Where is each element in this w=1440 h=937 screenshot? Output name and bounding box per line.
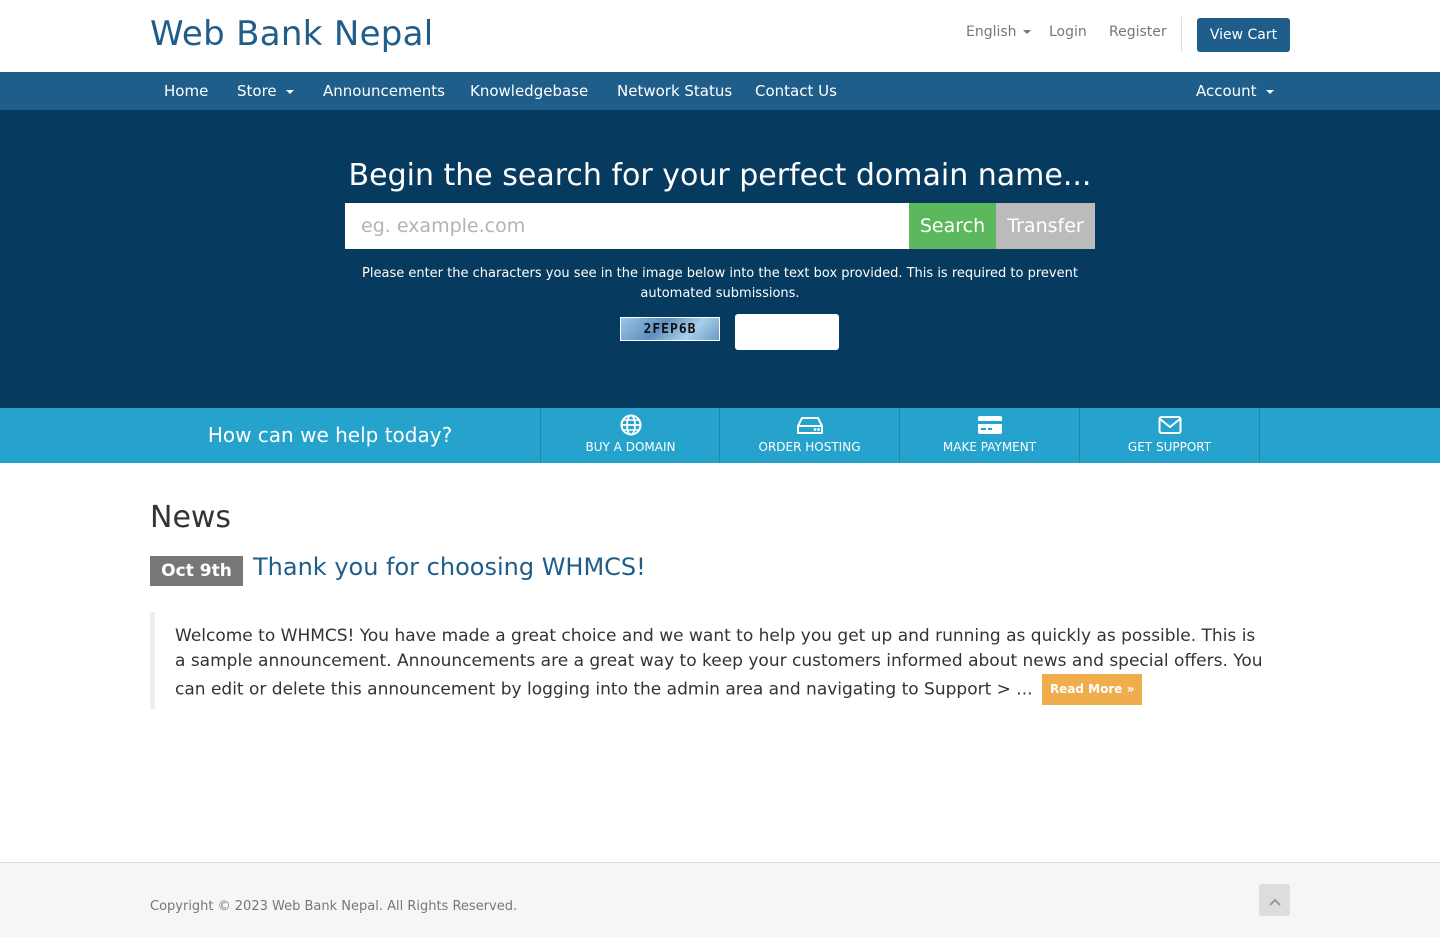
- nav-item-knowledgebase[interactable]: Knowledgebase: [470, 72, 588, 110]
- read-more-button[interactable]: Read More »: [1041, 674, 1143, 705]
- site-logo[interactable]: Web Bank Nepal: [150, 14, 434, 54]
- get-support-label: GET SUPPORT: [1127, 440, 1212, 454]
- help-question: How can we help today?: [207, 423, 453, 447]
- register-link[interactable]: Register: [1109, 24, 1167, 40]
- header-divider: [1181, 17, 1182, 51]
- login-link[interactable]: Login: [1049, 24, 1087, 40]
- captcha-input[interactable]: [735, 314, 839, 350]
- caret-down-icon: [1265, 89, 1274, 94]
- hero-title: Begin the search for your perfect domain…: [348, 158, 1092, 193]
- back-to-top-button[interactable]: [1259, 884, 1290, 916]
- buy-domain-label: BUY A DOMAIN: [585, 440, 676, 454]
- nav-item-announcements[interactable]: Announcements: [323, 72, 445, 110]
- news-date-badge: Oct 9th: [150, 556, 243, 586]
- copyright-text: Copyright © 2023 Web Bank Nepal. All Rig…: [150, 899, 518, 914]
- search-button[interactable]: Search: [909, 203, 996, 249]
- globe-icon: [541, 414, 720, 436]
- hard-drive-icon: [720, 414, 899, 436]
- buy-domain-link[interactable]: BUY A DOMAIN: [540, 408, 720, 463]
- nav-item-account-label: Account: [1196, 82, 1257, 100]
- caret-down-icon: [1022, 30, 1031, 34]
- language-dropdown[interactable]: English: [966, 24, 1031, 40]
- top-header: Web Bank Nepal English Login Register Vi…: [0, 0, 1440, 72]
- view-cart-button[interactable]: View Cart: [1197, 18, 1290, 52]
- main-nav: Home Store Announcements Knowledgebase N…: [0, 72, 1440, 110]
- news-heading: News: [150, 500, 232, 535]
- envelope-icon: [1080, 414, 1259, 436]
- captcha-instructions: Please enter the characters you see in t…: [362, 266, 1078, 301]
- nav-item-home[interactable]: Home: [164, 72, 208, 110]
- news-excerpt: Welcome to WHMCS! You have made a great …: [175, 624, 1265, 705]
- caret-down-icon: [285, 89, 294, 94]
- language-label: English: [966, 24, 1017, 40]
- nav-item-store[interactable]: Store: [237, 72, 294, 110]
- make-payment-label: MAKE PAYMENT: [942, 440, 1037, 454]
- order-hosting-link[interactable]: ORDER HOSTING: [719, 408, 899, 463]
- make-payment-link[interactable]: MAKE PAYMENT: [899, 408, 1079, 463]
- captcha-image: 2FEP6B: [620, 317, 720, 341]
- nav-item-contact-us[interactable]: Contact Us: [755, 72, 837, 110]
- news-title-link[interactable]: Thank you for choosing WHMCS!: [253, 553, 646, 581]
- transfer-button[interactable]: Transfer: [996, 203, 1095, 249]
- nav-item-network-status[interactable]: Network Status: [617, 72, 732, 110]
- chevron-up-icon: [1268, 891, 1281, 910]
- domain-search-hero: Begin the search for your perfect domain…: [0, 110, 1440, 408]
- get-support-link[interactable]: GET SUPPORT: [1079, 408, 1259, 463]
- nav-item-account[interactable]: Account: [1196, 72, 1274, 110]
- help-bar: How can we help today? BUY A DOMAIN ORDE…: [0, 408, 1440, 463]
- help-bar-divider: [1259, 408, 1260, 463]
- domain-search-input[interactable]: [345, 203, 909, 249]
- nav-item-store-label: Store: [237, 82, 277, 100]
- credit-card-icon: [900, 414, 1079, 436]
- order-hosting-label: ORDER HOSTING: [758, 440, 861, 454]
